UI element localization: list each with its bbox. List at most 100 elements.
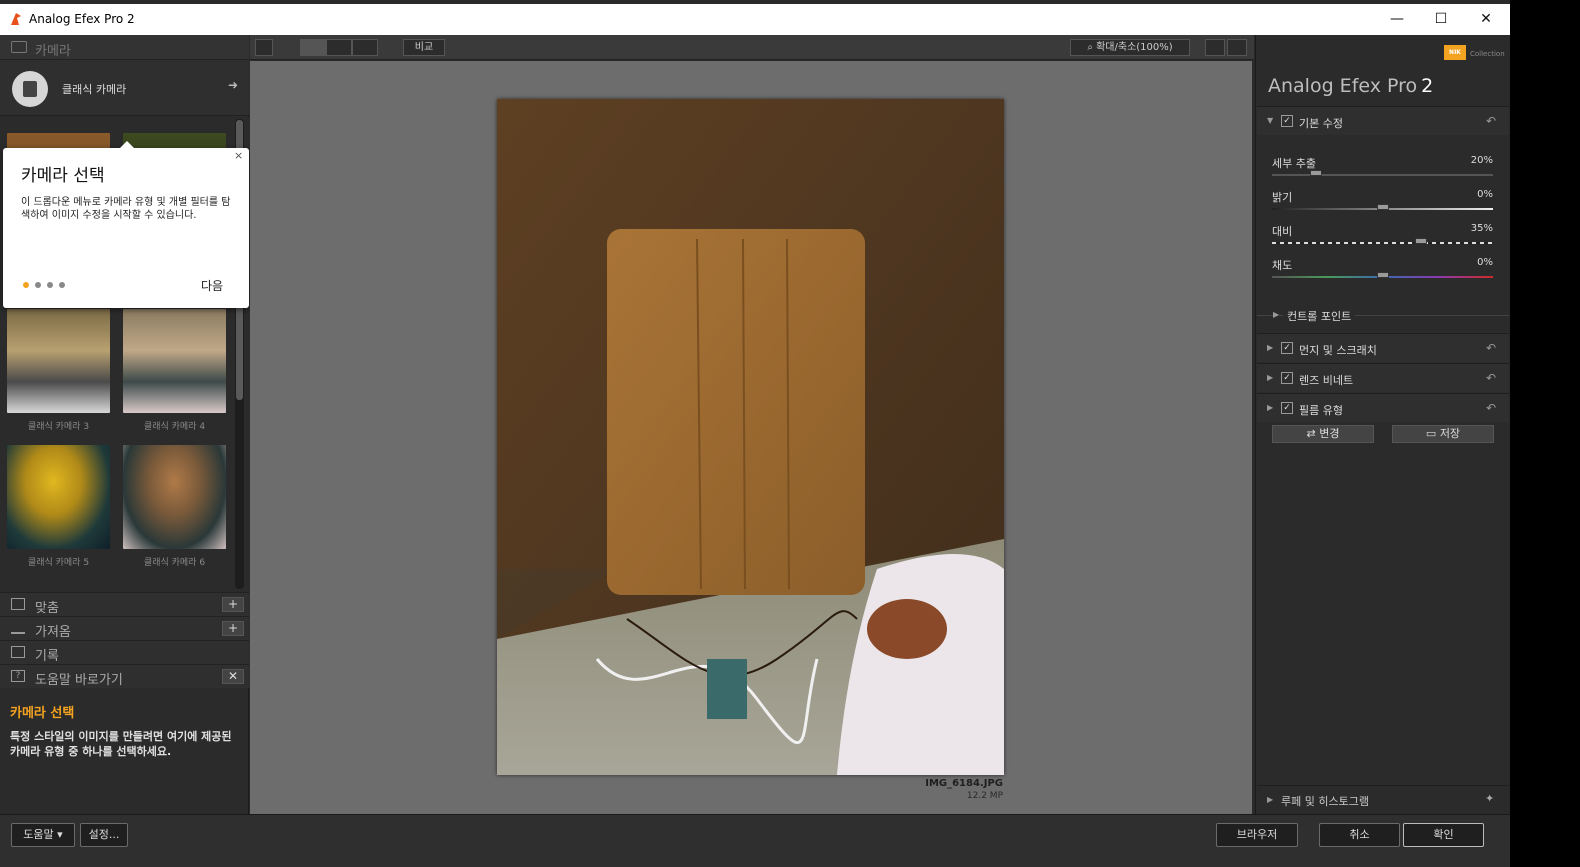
app-logo-icon — [11, 13, 21, 25]
camera-icon — [11, 41, 27, 53]
slider-track[interactable] — [1272, 174, 1493, 176]
help-body: 특정 스타일의 이미지를 만들려면 여기에 제공된 카메라 유형 중 하나를 선… — [10, 730, 232, 758]
section-history[interactable]: 기록 — [0, 640, 249, 664]
section-lens-vignette[interactable]: ▶ ✓ 렌즈 비네트 ↶ — [1257, 363, 1509, 392]
shuffle-label: 변경 — [1319, 427, 1340, 440]
vignette-checkbox[interactable]: ✓ — [1281, 372, 1293, 384]
browse-button[interactable]: 브라우저 — [1216, 823, 1298, 847]
step-dot[interactable] — [35, 282, 41, 288]
popup-caret — [120, 141, 134, 148]
camera-preset-6[interactable]: 클래식 카메라 6 — [123, 445, 226, 568]
popup-close-icon[interactable]: × — [234, 149, 243, 162]
slider-saturation: 채도 0% — [1257, 257, 1509, 291]
zoom-label: 확대/축소(100%) — [1096, 42, 1173, 53]
add-import-button[interactable]: + — [222, 621, 244, 636]
save-preset-button[interactable]: ▭ 저장 — [1392, 425, 1494, 443]
basic-adjust-checkbox[interactable]: ✓ — [1281, 115, 1293, 127]
reset-icon[interactable]: ↶ — [1486, 371, 1496, 385]
slider-handle[interactable] — [1415, 238, 1428, 244]
preset-caption: 클래식 카메라 5 — [27, 558, 90, 568]
shuffle-button[interactable]: ⇄ 변경 — [1272, 425, 1374, 443]
settings-button[interactable]: 설정... — [80, 823, 128, 847]
section-basic-adjustments[interactable]: ▼ ✓ 기본 수정 ↶ — [1257, 106, 1509, 135]
product-version: 2 — [1421, 75, 1434, 97]
magnifier-icon: ⌕ — [1087, 42, 1097, 53]
section-help-shortcut[interactable]: ? 도움말 바로가기 ✕ — [0, 664, 249, 688]
control-points-label: 컨트롤 포인트 — [1283, 308, 1356, 324]
ok-button[interactable]: 확인 — [1403, 823, 1484, 847]
slider-detail-extraction: 세부 추출 20% — [1257, 155, 1509, 189]
film-type-checkbox[interactable]: ✓ — [1281, 402, 1293, 414]
close-help-button[interactable]: ✕ — [222, 669, 244, 684]
reset-icon[interactable]: ↶ — [1486, 114, 1496, 128]
loupe-histogram-label: 루페 및 히스토그램 — [1281, 795, 1369, 808]
preset-thumbnail — [7, 309, 110, 413]
preset-caption: 클래식 카메라 6 — [143, 558, 206, 568]
app-window: Analog Efex Pro 2 — ☐ ✕ 카메라 클래식 카메라 ➜ 클래… — [0, 0, 1510, 867]
product-title: Analog Efex Pro 2 — [1268, 75, 1433, 97]
slider-track[interactable] — [1272, 242, 1493, 244]
save-label: 저장 — [1439, 427, 1461, 440]
camera-preset-3[interactable]: 클래식 카메라 3 — [7, 309, 110, 432]
hide-right-panel-icon[interactable] — [1227, 39, 1247, 56]
collapsed-triangle-icon: ▶ — [1267, 795, 1274, 804]
shuffle-icon: ⇄ — [1306, 427, 1320, 440]
camera-panel-label: 카메라 — [35, 44, 71, 59]
bulb-icon[interactable] — [1205, 39, 1225, 56]
collapsed-triangle-icon: ▶ — [1267, 403, 1274, 412]
side-by-side-view-icon[interactable] — [352, 39, 378, 56]
center-toolbar: 비교 ⌕ 확대/축소(100%) — [250, 35, 1254, 60]
reset-icon[interactable]: ↶ — [1486, 341, 1496, 355]
slider-handle[interactable] — [1376, 272, 1389, 278]
section-custom[interactable]: 맞춤 + — [0, 592, 249, 616]
section-label: 맞춤 — [35, 601, 59, 616]
cancel-button[interactable]: 취소 — [1319, 823, 1400, 847]
single-view-icon[interactable] — [300, 39, 326, 56]
camera-panel-header[interactable]: 카메라 — [0, 35, 249, 60]
step-indicator — [23, 282, 65, 288]
slider-value: 20% — [1470, 155, 1493, 166]
reset-icon[interactable]: ↶ — [1486, 401, 1496, 415]
expanded-triangle-icon: ▼ — [1267, 116, 1274, 125]
slider-label: 대비 — [1272, 225, 1293, 238]
maximize-button[interactable]: ☐ — [1418, 4, 1464, 34]
preset-thumbnail — [7, 445, 110, 549]
close-button[interactable]: ✕ — [1463, 4, 1509, 34]
section-label: 렌즈 비네트 — [1299, 374, 1354, 387]
slider-handle[interactable] — [1376, 204, 1389, 210]
control-points-row[interactable]: ▶ 컨트롤 포인트 — [1257, 306, 1509, 326]
help-dropdown-button[interactable]: 도움말 ▾ — [11, 823, 75, 847]
history-icon — [11, 646, 25, 658]
window-title: Analog Efex Pro 2 — [29, 12, 135, 26]
minimize-button[interactable]: — — [1374, 4, 1420, 34]
compare-button[interactable]: 비교 — [403, 39, 445, 56]
loupe-histogram-row[interactable]: ▶ 루페 및 히스토그램 ✦ — [1257, 785, 1509, 813]
collapsed-triangle-icon: ▶ — [1267, 373, 1274, 382]
add-custom-button[interactable]: + — [222, 597, 244, 612]
pin-icon[interactable]: ✦ — [1485, 792, 1494, 805]
split-view-icon[interactable] — [326, 39, 352, 56]
hide-panel-icon[interactable] — [255, 39, 273, 56]
step-dot[interactable] — [47, 282, 53, 288]
slider-label: 밝기 — [1272, 191, 1293, 204]
zoom-button[interactable]: ⌕ 확대/축소(100%) — [1070, 39, 1190, 56]
section-dust-scratches[interactable]: ▶ ✓ 먼지 및 스크래치 ↶ — [1257, 333, 1509, 362]
step-dot[interactable] — [23, 282, 29, 288]
slider-handle[interactable] — [1310, 170, 1323, 176]
camera-preset-5[interactable]: 클래식 카메라 5 — [7, 445, 110, 568]
camera-preset-4[interactable]: 클래식 카메라 4 — [123, 309, 226, 432]
section-imported[interactable]: 가져옴 + — [0, 616, 249, 640]
title-bar: Analog Efex Pro 2 — ☐ ✕ — [0, 4, 1510, 35]
image-filename: IMG_6184.JPG — [925, 778, 1003, 789]
preset-caption: 클래식 카메라 3 — [27, 422, 90, 432]
photo-render — [497, 99, 1004, 775]
step-dot[interactable] — [59, 282, 65, 288]
dust-checkbox[interactable]: ✓ — [1281, 342, 1293, 354]
section-label: 먼지 및 스크래치 — [1299, 344, 1377, 357]
camera-type-dropdown[interactable]: 클래식 카메라 ➜ — [0, 60, 249, 116]
preview-image[interactable] — [497, 99, 1004, 775]
section-label: 가져옴 — [35, 625, 71, 640]
popup-next-button[interactable]: 다음 — [201, 277, 223, 294]
save-icon: ▭ — [1425, 427, 1440, 440]
section-film-type[interactable]: ▶ ✓ 필름 유형 ↶ — [1257, 393, 1509, 422]
